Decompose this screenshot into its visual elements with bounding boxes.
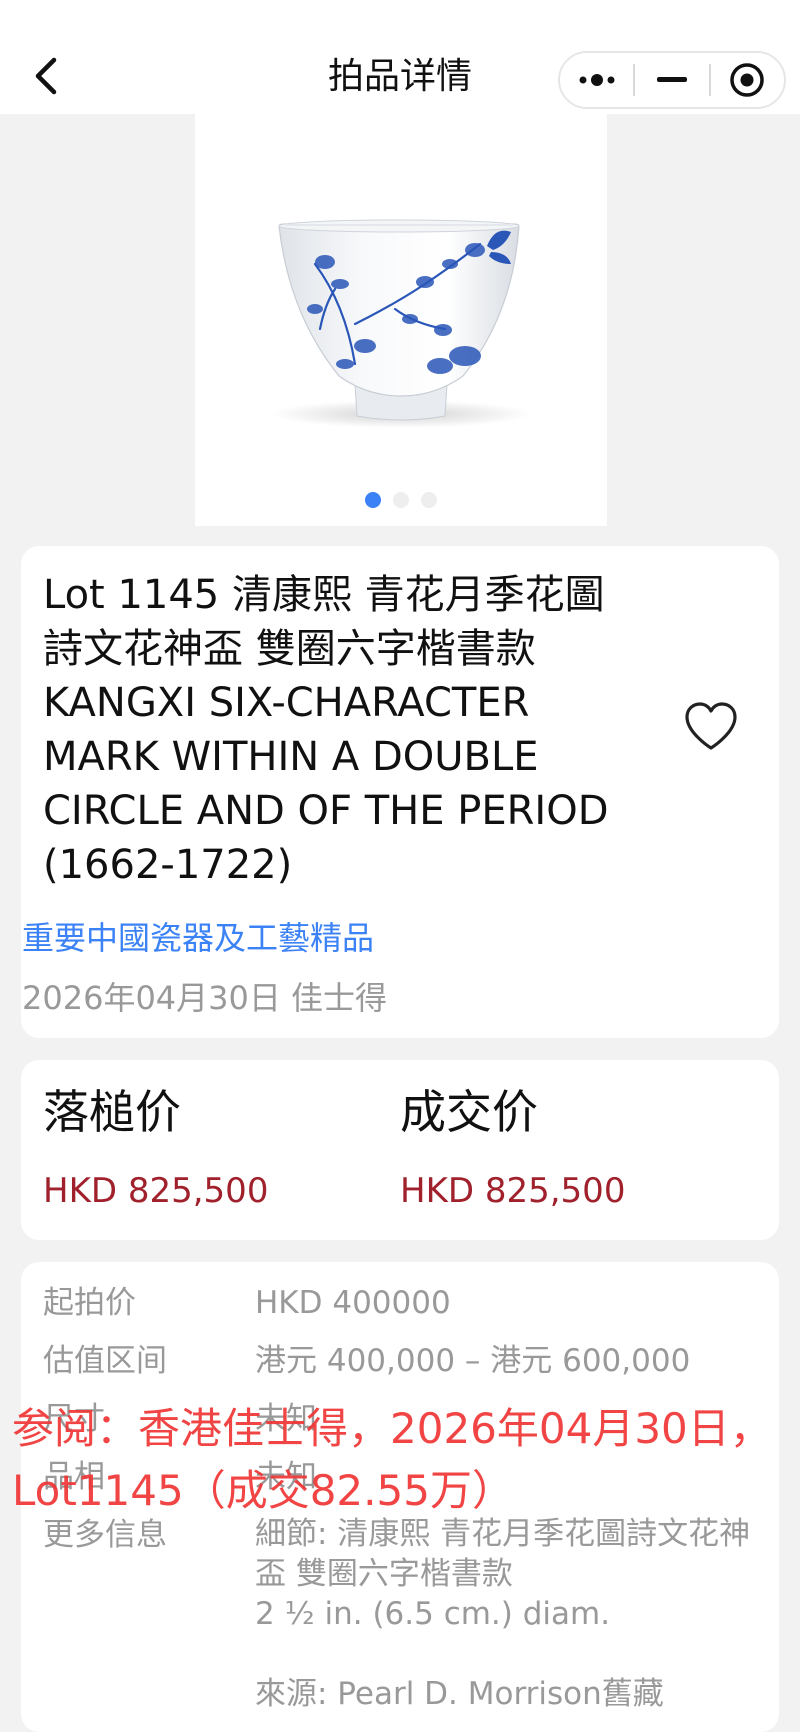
mini-program-capsule [558, 51, 786, 109]
info-row-size: 尺寸 未知 [43, 1398, 317, 1440]
lot-title-card: Lot 1145 清康熙 青花月季花圖詩文花神盃 雙圈六字楷書款 KANGXI … [21, 546, 779, 1038]
lot-title: Lot 1145 清康熙 青花月季花圖詩文花神盃 雙圈六字楷書款 KANGXI … [43, 572, 609, 888]
price-card: 落槌价 HKD 825,500 成交价 HKD 825,500 [21, 1060, 779, 1240]
start-price-label: 起拍价 [43, 1285, 136, 1321]
info-row-more: 更多信息 細節: 清康熙 青花月季花圖詩文花神盃 雙圈六字楷書款 2 ½ in.… [43, 1514, 755, 1714]
start-price-value: HKD 400000 [255, 1285, 451, 1321]
condition-label: 品相 [43, 1459, 105, 1495]
sale-date: 2026年04月30日 佳士得 [22, 979, 388, 1017]
deal-price-value: HKD 825,500 [400, 1171, 626, 1211]
estimate-label: 估值区间 [43, 1343, 167, 1379]
hammer-price-label: 落槌价 [43, 1085, 181, 1139]
favorite-button[interactable] [681, 696, 741, 756]
sale-name-link[interactable]: 重要中國瓷器及工藝精品 [22, 916, 374, 960]
heart-outline-icon [685, 702, 737, 750]
carousel-dot[interactable] [421, 492, 437, 508]
info-row-start-price: 起拍价 HKD 400000 [43, 1282, 451, 1324]
deal-price-label: 成交价 [400, 1085, 538, 1139]
info-row-condition: 品相 未知 [43, 1456, 317, 1498]
carousel-dot[interactable] [365, 492, 381, 508]
more-info-value: 細節: 清康熙 青花月季花圖詩文花神盃 雙圈六字楷書款 2 ½ in. (6.5… [255, 1516, 751, 1712]
minimize-icon [656, 77, 687, 82]
info-row-estimate: 估值区间 港元 400,000 – 港元 600,000 [43, 1340, 690, 1382]
lot-image-carousel[interactable] [195, 114, 607, 526]
size-label: 尺寸 [43, 1401, 105, 1437]
lot-image [271, 219, 531, 428]
size-value: 未知 [255, 1401, 317, 1437]
hammer-price-value: HKD 825,500 [43, 1171, 269, 1211]
nav-bar: 拍品详情 [0, 0, 800, 114]
more-button[interactable] [560, 53, 633, 107]
lot-info-card: 起拍价 HKD 400000 估值区间 港元 400,000 – 港元 600,… [21, 1262, 779, 1732]
carousel-indicator [195, 492, 607, 508]
more-info-label: 更多信息 [43, 1517, 167, 1553]
carousel-dot[interactable] [393, 492, 409, 508]
more-dots-icon [579, 74, 615, 86]
minimize-button[interactable] [635, 53, 708, 107]
condition-value: 未知 [255, 1459, 317, 1495]
estimate-value: 港元 400,000 – 港元 600,000 [255, 1343, 691, 1379]
close-button[interactable] [711, 53, 784, 107]
target-circle-icon [730, 63, 765, 97]
